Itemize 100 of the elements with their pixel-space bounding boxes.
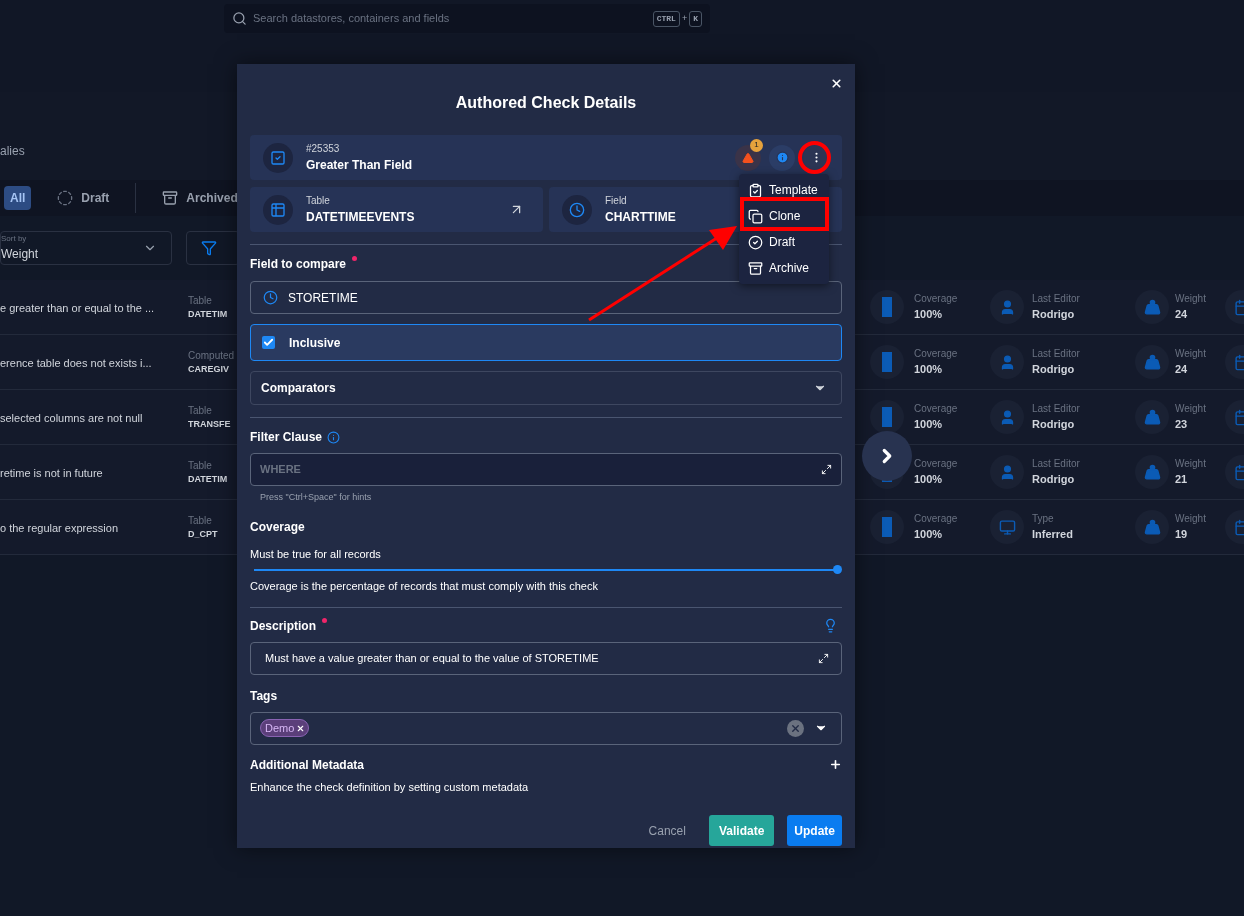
inclusive-checkbox[interactable] [262, 336, 275, 349]
warning-icon [742, 151, 754, 164]
table-icon [270, 201, 286, 218]
source-value: TRANSFE [188, 417, 231, 431]
expand-icon[interactable] [818, 652, 829, 664]
check-icon [270, 149, 286, 166]
menu-item[interactable]: Archive [739, 255, 829, 281]
keyboard-key: CTRL [652, 10, 680, 27]
meta-label: Type [1032, 512, 1055, 527]
clear-button[interactable] [787, 719, 804, 737]
tag-chip[interactable]: Demo [260, 719, 310, 737]
sort-select[interactable]: Sort by Weight [0, 231, 172, 265]
coverage-icon [870, 290, 904, 324]
source-value: D_CPT [188, 527, 218, 541]
search-field[interactable]: Search datastores, containers and fields CTRL + K [224, 4, 710, 33]
weight-label: Weight [1175, 402, 1206, 417]
weight-icon [1143, 463, 1161, 481]
filter-icon [201, 240, 217, 256]
menu-item[interactable]: Draft [739, 229, 829, 255]
weight-value: 19 [1175, 527, 1189, 543]
remove-icon[interactable] [296, 723, 306, 733]
source-value: DATETIM [188, 472, 228, 486]
status-tab[interactable]: Draft [51, 186, 116, 210]
weight-icon [1143, 353, 1161, 371]
status-tab[interactable]: All [4, 186, 32, 210]
info-icon [327, 430, 341, 444]
coverage-value: 100% [914, 472, 944, 488]
close-button[interactable] [829, 76, 843, 90]
menu-item[interactable]: Template [739, 177, 829, 203]
field-label: Coverage [250, 518, 306, 536]
meta-value: Rodrigo [1032, 417, 1076, 433]
dialog-button[interactable]: Cancel [638, 815, 696, 846]
coverage-label: Coverage [914, 292, 958, 307]
sort-value: Weight [1, 246, 40, 263]
weight-icon [1143, 518, 1161, 536]
weight-value: 24 [1175, 362, 1189, 378]
source-label: Table [188, 458, 212, 473]
check-description: retime is not in future [0, 467, 103, 479]
clipboard-icon [748, 182, 763, 198]
source-value: CAREGIV [188, 362, 229, 376]
tags-field[interactable]: Demo [250, 711, 842, 745]
description-field[interactable]: Must have a value greater than or equal to the value of STORETIME [250, 641, 842, 675]
source-label: Table [188, 513, 212, 528]
field-label: Description [250, 617, 316, 635]
weight-label: Weight [1175, 512, 1206, 527]
search-placeholder: Search datastores, containers and fields [253, 11, 451, 27]
close-icon [829, 76, 843, 90]
weight-label: Weight [1175, 457, 1206, 472]
container-label: Table [306, 194, 331, 208]
source-value: DATETIM [188, 307, 228, 321]
sort-label: Sort by [1, 233, 28, 245]
coverage-label: Coverage [914, 402, 958, 417]
check-description: selected columns are not null [0, 412, 143, 424]
compare-field-select[interactable]: STORETIME [250, 281, 842, 314]
check-name: Greater Than Field [306, 157, 414, 174]
field-label: Additional Metadata [250, 756, 364, 774]
keyboard-key: K [689, 10, 702, 27]
expand-icon[interactable] [821, 464, 832, 475]
meta-label: Last Editor [1032, 402, 1080, 417]
draft-icon [57, 190, 74, 206]
menu-item[interactable]: Clone [739, 203, 829, 229]
info-button[interactable] [769, 144, 795, 171]
clock-icon [569, 201, 585, 218]
weight-value: 24 [1175, 307, 1189, 323]
field-label: Field to compare [250, 256, 347, 273]
field-label: Field [605, 194, 627, 208]
status-tab[interactable]: Archived [156, 186, 244, 210]
search-icon [232, 11, 247, 26]
archive-icon [748, 260, 763, 276]
coverage-value: 100% [914, 527, 944, 543]
alert-count-badge: 1 [750, 138, 763, 152]
metadata-note: Enhance the check definition by setting custom metadata [250, 779, 530, 795]
inclusive-option[interactable]: Inclusive [250, 324, 842, 361]
weight-label: Weight [1175, 347, 1206, 362]
alert-button[interactable] [735, 144, 761, 171]
meta-label: Last Editor [1032, 347, 1080, 362]
weight-icon [1143, 408, 1161, 426]
meta-value: Rodrigo [1032, 307, 1076, 323]
field-value: CHARTTIME [605, 209, 676, 226]
lightbulb-icon[interactable] [823, 618, 838, 633]
add-icon[interactable] [829, 758, 842, 771]
coverage-label: Coverage [914, 512, 958, 527]
check-description: erence table does not exists i... [0, 357, 152, 369]
source-label: Computed [188, 348, 235, 363]
container-value: DATETIMEEVENTS [306, 209, 416, 226]
dialog-title: Authored Check Details [455, 92, 637, 113]
select-value: STORETIME [288, 289, 358, 307]
field-label: Filter Clause [250, 429, 323, 446]
info-icon [775, 151, 789, 164]
archive-icon [162, 190, 179, 206]
coverage-label: Coverage [914, 457, 958, 472]
source-label: Table [188, 403, 212, 418]
coverage-icon [870, 345, 904, 379]
check-description: e greater than or equal to the ... [0, 302, 155, 314]
comparators-select[interactable]: Comparators [250, 371, 842, 405]
coverage-icon [870, 400, 904, 434]
meta-value: Rodrigo [1032, 472, 1076, 488]
dialog-button[interactable]: Update [787, 815, 842, 846]
coverage-value: 100% [914, 307, 944, 323]
hint-text: Press "Ctrl+Space" for hints [260, 491, 373, 504]
